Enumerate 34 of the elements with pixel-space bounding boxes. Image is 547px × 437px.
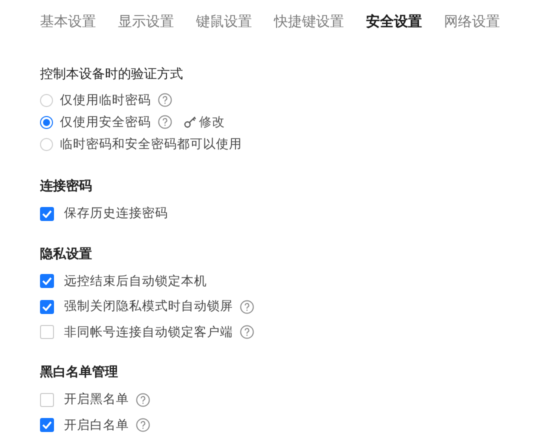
checkbox-label: 强制关闭隐私模式时自动锁屏 [64, 298, 233, 316]
section-title: 连接密码 [40, 178, 93, 195]
checkbox[interactable] [40, 325, 54, 340]
option-label: 临时密码和安全密码都可以使用 [60, 136, 242, 152]
checkbox[interactable] [40, 392, 54, 407]
edit-link[interactable]: 修改 [184, 114, 225, 130]
help-icon[interactable] [158, 115, 172, 129]
help-icon[interactable] [136, 418, 150, 432]
settings-tab[interactable]: 网络设置 [444, 13, 500, 31]
checkbox[interactable] [40, 206, 54, 221]
key-icon [184, 116, 197, 128]
settings-tab[interactable]: 键鼠设置 [196, 13, 252, 31]
settings-tab[interactable]: 安全设置 [366, 13, 422, 31]
section-title: 隐私设置 [40, 246, 93, 262]
checkbox-label: 开启白名单 [64, 416, 129, 434]
checkbox-label: 开启黑名单 [64, 391, 129, 408]
section-title: 黑白名单管理 [40, 364, 119, 381]
help-icon[interactable] [240, 300, 254, 314]
help-icon[interactable] [240, 325, 254, 340]
help-icon[interactable] [158, 93, 172, 107]
checkbox[interactable] [40, 418, 54, 432]
settings-tab[interactable]: 基本设置 [40, 13, 96, 31]
checkbox[interactable] [40, 300, 54, 314]
help-icon[interactable] [136, 392, 150, 407]
checkbox[interactable] [40, 274, 54, 288]
section-title: 控制本设备时的验证方式 [40, 66, 184, 83]
checkbox-label: 远控结束后自动锁定本机 [64, 272, 207, 290]
option-label: 仅使用临时密码 [60, 92, 151, 108]
radio-button[interactable] [40, 116, 53, 128]
settings-tab[interactable]: 显示设置 [118, 13, 174, 31]
settings-tab[interactable]: 快捷键设置 [274, 13, 344, 31]
checkbox-label: 非同帐号连接自动锁定客户端 [64, 324, 233, 341]
option-label: 仅使用安全密码 [60, 114, 151, 130]
checkbox-label: 保存历史连接密码 [64, 205, 168, 222]
